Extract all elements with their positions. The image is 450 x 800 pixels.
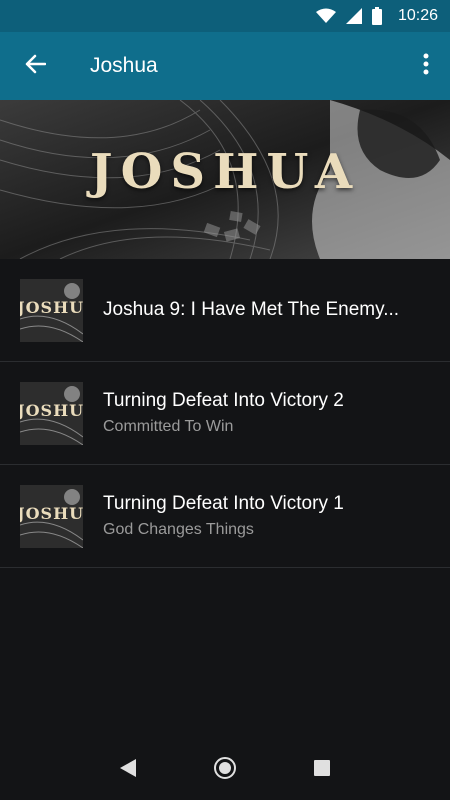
app-bar: Joshua: [0, 32, 450, 100]
list-item[interactable]: JOSHUA Turning Defeat Into Victory 1 God…: [0, 465, 450, 568]
system-nav-bar: [0, 740, 450, 800]
sermon-thumbnail: JOSHUA: [20, 484, 83, 548]
cell-signal-icon: [345, 8, 362, 24]
sermon-title: Turning Defeat Into Victory 1: [103, 493, 344, 514]
nav-recents-button[interactable]: [302, 750, 342, 790]
sermon-list: JOSHUA Joshua 9: I Have Met The Enemy...…: [0, 259, 450, 568]
series-banner: JOSHUA: [0, 100, 450, 259]
sermon-thumbnail: JOSHUA: [20, 278, 83, 342]
list-item[interactable]: JOSHUA Turning Defeat Into Victory 2 Com…: [0, 362, 450, 465]
wifi-icon: [315, 8, 336, 24]
nav-back-button[interactable]: [108, 750, 148, 790]
sermon-title: Joshua 9: I Have Met The Enemy...: [103, 299, 400, 320]
more-vert-icon: [423, 53, 429, 80]
more-options-button[interactable]: [402, 32, 450, 100]
triangle-back-icon: [120, 758, 137, 782]
status-bar: 10:26: [0, 0, 450, 32]
square-recents-icon: [313, 759, 330, 781]
circle-home-icon: [213, 756, 237, 785]
sermon-thumbnail: JOSHUA: [20, 381, 83, 445]
nav-home-button[interactable]: [205, 750, 245, 790]
sermon-title: Turning Defeat Into Victory 2: [103, 390, 344, 411]
battery-icon: [371, 7, 382, 25]
back-button[interactable]: [0, 32, 70, 100]
page-title: Joshua: [90, 54, 158, 77]
arrow-back-icon: [24, 54, 47, 79]
sermon-subtitle: Committed To Win: [103, 418, 234, 435]
sermon-subtitle: God Changes Things: [103, 521, 254, 538]
banner-title: JOSHUA: [89, 144, 361, 200]
list-item[interactable]: JOSHUA Joshua 9: I Have Met The Enemy...: [0, 259, 450, 362]
clock: 10:26: [397, 7, 438, 24]
